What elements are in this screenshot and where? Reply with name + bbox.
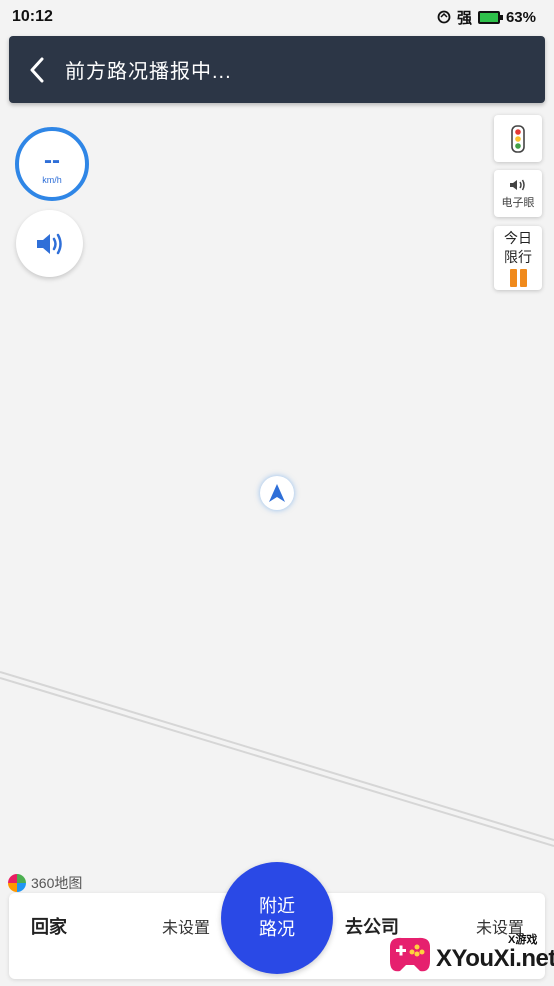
traffic-light-button[interactable] xyxy=(494,115,542,162)
map-logo-icon xyxy=(8,874,26,892)
current-location-marker xyxy=(260,476,294,510)
battery-icon xyxy=(477,10,503,24)
traffic-restriction-button[interactable]: 今日 限行 xyxy=(494,226,542,290)
speaker-icon xyxy=(36,233,62,254)
site-watermark: X游戏 XYouXi.net xyxy=(384,927,554,983)
speedometer: -- km/h xyxy=(15,127,89,201)
brand-label: 360地图 xyxy=(31,875,83,891)
map-brand: 360地图 xyxy=(8,873,82,893)
nearby-traffic-button[interactable]: 附近 路况 xyxy=(221,862,333,974)
status-indicators: 强 63% xyxy=(437,7,536,28)
gamepad-logo-icon xyxy=(390,937,430,972)
battery-percent: 63% xyxy=(505,8,536,26)
go-home-button[interactable]: 回家 xyxy=(31,913,67,939)
navigation-header: 前方路况播报中... xyxy=(9,36,545,103)
nearby-line1: 附近 xyxy=(259,896,295,916)
page-title: 前方路况播报中... xyxy=(65,61,232,83)
navigation-arrow-icon xyxy=(269,484,285,502)
map-road xyxy=(0,671,554,847)
speed-value: -- xyxy=(44,147,60,174)
speaker-small-icon xyxy=(510,179,525,190)
restriction-icon xyxy=(509,269,527,287)
electronic-eye-button[interactable]: 电子眼 xyxy=(494,170,542,217)
restriction-line2: 限行 xyxy=(504,249,532,265)
signal-label: 强 xyxy=(456,9,472,27)
volume-button[interactable] xyxy=(16,210,83,277)
wifi-call-icon xyxy=(437,10,451,24)
electronic-eye-label: 电子眼 xyxy=(501,196,535,209)
nearby-line2: 路况 xyxy=(259,919,295,939)
status-time: 10:12 xyxy=(12,8,53,25)
speed-unit: km/h xyxy=(42,175,62,185)
watermark-text: XYouXi.net xyxy=(436,945,554,972)
traffic-light-icon xyxy=(511,124,525,153)
restriction-line1: 今日 xyxy=(504,230,532,246)
back-button[interactable] xyxy=(9,36,65,103)
status-bar: 10:12 强 63% xyxy=(0,0,554,34)
home-address-value[interactable]: 未设置 xyxy=(162,914,210,938)
chevron-left-icon xyxy=(30,57,44,82)
